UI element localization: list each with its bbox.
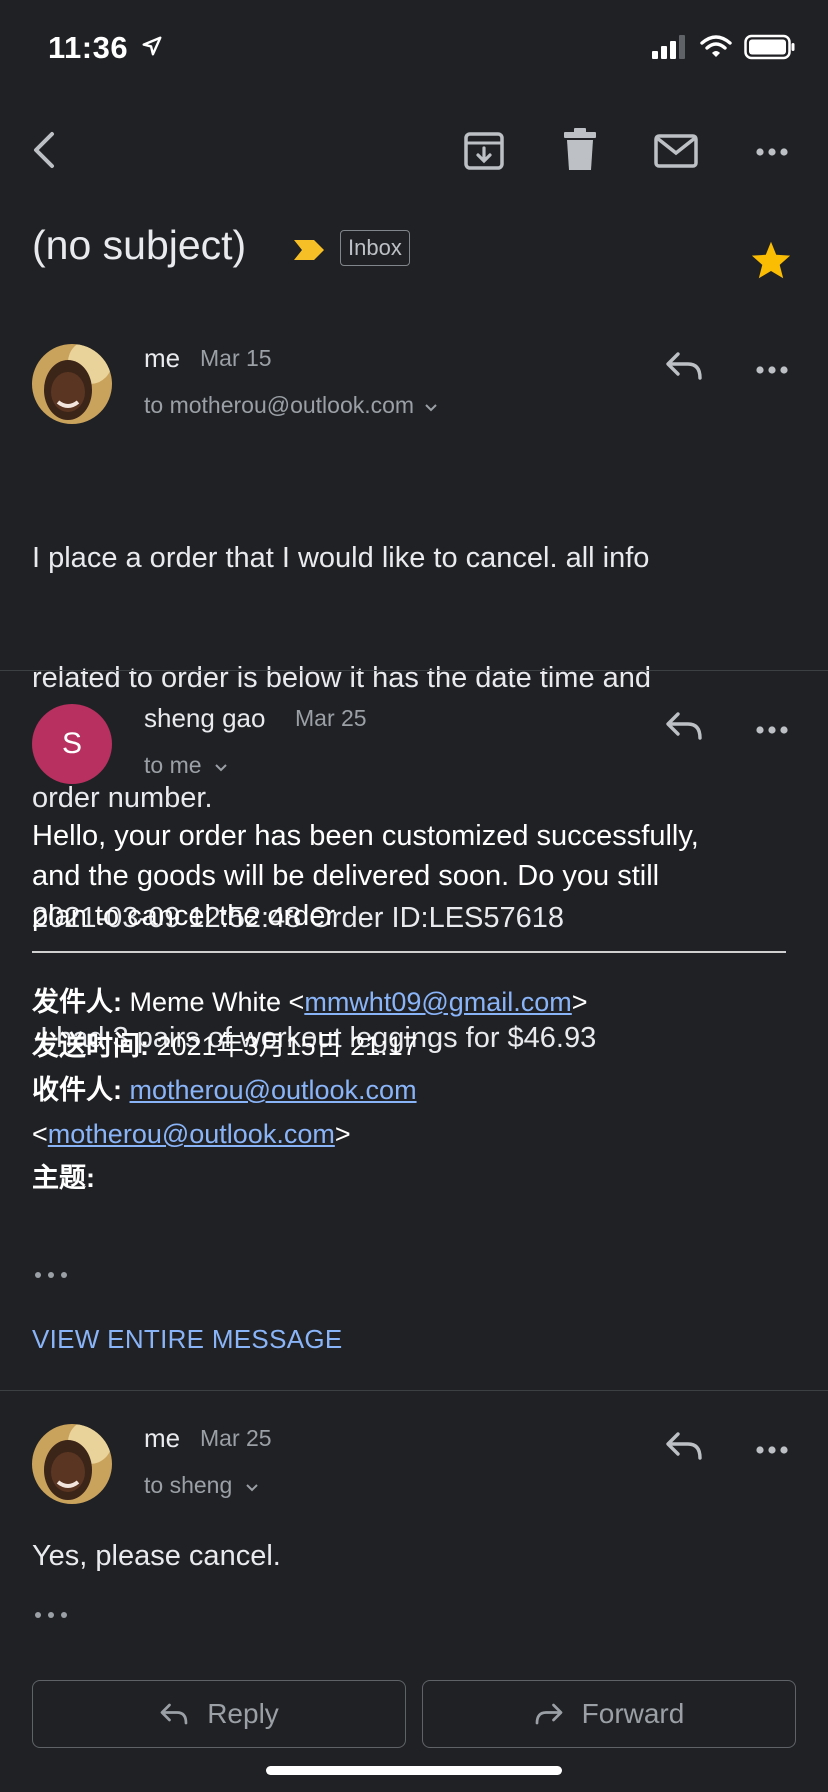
message-divider bbox=[0, 670, 828, 671]
body-line: I place a order that I would like to can… bbox=[32, 542, 650, 574]
to-open: < bbox=[32, 1119, 48, 1149]
more-horizontal-icon bbox=[35, 1272, 67, 1278]
reply-label: Reply bbox=[207, 1698, 279, 1729]
recipient-email-link[interactable]: motherou@outlook.com bbox=[130, 1075, 417, 1105]
message-body: Hello, your order has been customized su… bbox=[32, 816, 802, 936]
reply-icon bbox=[160, 1703, 188, 1725]
recipient-line[interactable]: to sheng bbox=[144, 1472, 259, 1499]
quoted-header: 发件人: Meme White <mmwht09@gmail.com> 发送时间… bbox=[32, 980, 802, 1200]
sender-name: me bbox=[144, 343, 181, 373]
message-body: Yes, please cancel. bbox=[32, 1540, 281, 1572]
avatar[interactable]: S bbox=[32, 704, 112, 784]
star-icon[interactable] bbox=[750, 240, 792, 280]
chevron-down-icon bbox=[245, 1484, 258, 1492]
view-entire-message-link[interactable]: VIEW ENTIRE MESSAGE bbox=[32, 1324, 343, 1355]
message-divider bbox=[0, 1390, 828, 1391]
reply-icon bbox=[666, 352, 702, 380]
reply-button[interactable] bbox=[664, 350, 704, 387]
body-line: related to order is below it has the dat… bbox=[32, 662, 652, 694]
reply-action-button[interactable]: Reply bbox=[32, 1680, 406, 1748]
sender-email-link[interactable]: mmwht09@gmail.com bbox=[304, 987, 571, 1017]
chevron-down-icon bbox=[215, 764, 227, 772]
recipient-text: to sheng bbox=[144, 1472, 233, 1498]
more-options-button[interactable] bbox=[756, 144, 788, 162]
reply-icon bbox=[666, 712, 702, 740]
to-label: 收件人: bbox=[32, 1075, 122, 1105]
quoted-sent-row: 发送时间: 2021年3月15日 21:17 bbox=[32, 1024, 802, 1068]
delete-button[interactable] bbox=[562, 128, 598, 177]
quoted-to-row-2: <motherou@outlook.com> bbox=[32, 1112, 802, 1156]
body-line: and the goods will be delivered soon. Do… bbox=[32, 860, 660, 892]
mail-icon bbox=[654, 134, 698, 168]
profile-photo bbox=[32, 344, 112, 424]
wifi-icon bbox=[700, 35, 732, 57]
mark-unread-button[interactable] bbox=[654, 134, 698, 173]
clock: 11:36 bbox=[48, 30, 129, 65]
subject-title: (no subject) bbox=[32, 222, 247, 268]
from-close: > bbox=[571, 987, 588, 1017]
location-arrow-icon bbox=[142, 36, 162, 56]
recipient-line[interactable]: to me bbox=[144, 752, 228, 779]
subject-label: 主题: bbox=[32, 1163, 95, 1193]
avatar-letter: S bbox=[61, 727, 82, 760]
trash-icon bbox=[564, 128, 596, 170]
message-more-button[interactable] bbox=[756, 722, 788, 740]
more-horizontal-icon bbox=[756, 366, 788, 374]
message-more-button[interactable] bbox=[756, 362, 788, 380]
message-date: Mar 25 bbox=[295, 705, 367, 731]
show-trimmed-button[interactable] bbox=[34, 1606, 68, 1624]
forward-label: Forward bbox=[581, 1698, 685, 1729]
reply-button[interactable] bbox=[664, 1430, 704, 1467]
from-label: 发件人: bbox=[32, 987, 122, 1017]
sent-value: 2021年3月15日 21:17 bbox=[156, 1031, 418, 1061]
chevron-down-icon bbox=[425, 404, 438, 412]
avatar[interactable] bbox=[32, 344, 112, 424]
more-horizontal-icon bbox=[756, 726, 788, 734]
show-trimmed-button[interactable] bbox=[34, 1266, 68, 1284]
message-date: Mar 25 bbox=[200, 1425, 272, 1451]
avatar[interactable] bbox=[32, 1424, 112, 1504]
sender-name: sheng gao bbox=[144, 703, 266, 733]
recipient-text: to motherou@outlook.com bbox=[144, 392, 415, 418]
battery-icon bbox=[744, 34, 795, 60]
status-time: 11:36 bbox=[48, 30, 163, 66]
body-line: order number. bbox=[32, 782, 213, 814]
archive-button[interactable] bbox=[462, 130, 506, 177]
body-line: plan to cancel the order bbox=[32, 900, 336, 932]
to-close: > bbox=[334, 1119, 351, 1149]
quoted-to-row: 收件人: motherou@outlook.com bbox=[32, 1068, 802, 1112]
message-more-button[interactable] bbox=[756, 1442, 788, 1460]
quoted-subject-row: 主题: bbox=[32, 1156, 802, 1200]
message-date: Mar 15 bbox=[200, 345, 272, 371]
recipient-line[interactable]: to motherou@outlook.com bbox=[144, 392, 438, 419]
quoted-from-row: 发件人: Meme White <mmwht09@gmail.com> bbox=[32, 980, 802, 1024]
quote-separator bbox=[32, 951, 786, 953]
chevron-left-icon bbox=[34, 132, 54, 168]
more-horizontal-icon bbox=[35, 1612, 67, 1618]
back-button[interactable] bbox=[24, 128, 64, 172]
cellular-signal-icon bbox=[652, 35, 685, 59]
profile-photo bbox=[32, 1424, 112, 1504]
from-name: Meme White < bbox=[129, 987, 305, 1017]
forward-icon bbox=[535, 1703, 562, 1725]
sent-label: 发送时间: bbox=[32, 1031, 149, 1061]
important-marker-icon[interactable] bbox=[292, 238, 326, 262]
archive-icon bbox=[464, 132, 504, 170]
reply-icon bbox=[666, 1432, 702, 1460]
forward-action-button[interactable]: Forward bbox=[422, 1680, 796, 1748]
inbox-label-badge[interactable]: Inbox bbox=[340, 230, 410, 266]
sender-name: me bbox=[144, 1423, 181, 1453]
reply-button[interactable] bbox=[664, 710, 704, 747]
recipient-email-link[interactable]: motherou@outlook.com bbox=[48, 1119, 335, 1149]
more-horizontal-icon bbox=[756, 1446, 788, 1454]
recipient-text: to me bbox=[144, 752, 202, 778]
body-line: Hello, your order has been customized su… bbox=[32, 820, 699, 852]
more-horizontal-icon bbox=[756, 148, 788, 156]
home-indicator[interactable] bbox=[266, 1766, 562, 1775]
status-indicators bbox=[652, 34, 796, 60]
